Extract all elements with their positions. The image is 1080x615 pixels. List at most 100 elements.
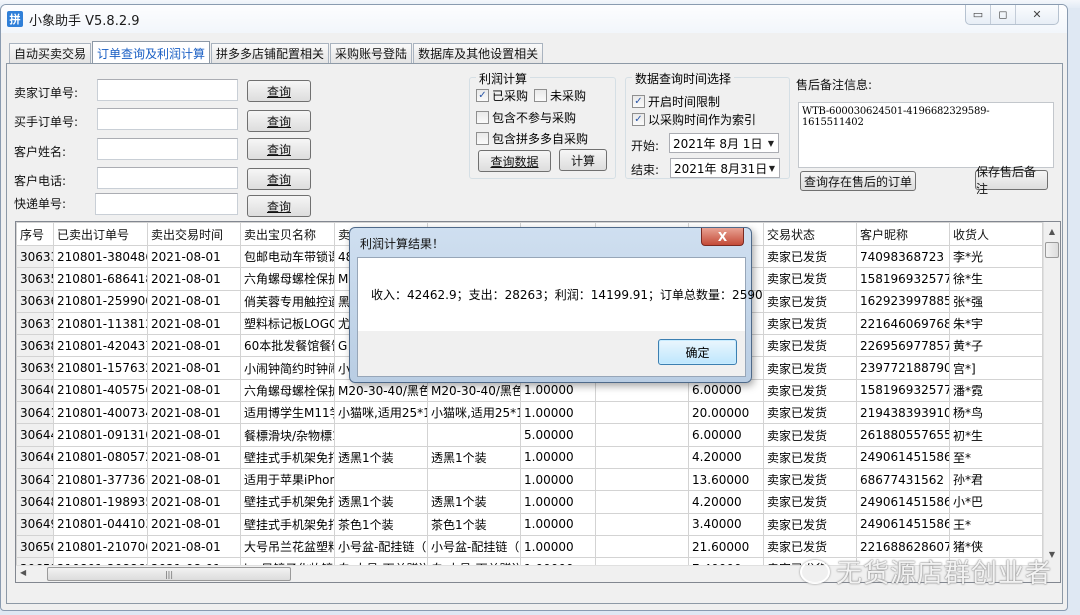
table-cell[interactable]: 六角螺母螺栓保护	[240, 267, 335, 291]
buyer-order-input[interactable]	[97, 108, 238, 130]
table-cell[interactable]: 2021-08-01	[147, 267, 241, 291]
table-cell[interactable]: 卖家已发货	[763, 490, 857, 514]
table-row[interactable]: 30647210801-37736152021-08-01适用于苹果iPhon 1…	[16, 467, 1060, 492]
table-cell[interactable]: 30648	[16, 490, 54, 514]
table-cell[interactable]: 1.00000	[520, 467, 596, 492]
table-cell[interactable]	[595, 467, 689, 492]
table-cell[interactable]: 卖家已发货	[763, 289, 857, 313]
table-cell[interactable]: 俏芙蓉专用触控遥	[240, 289, 335, 313]
table-cell[interactable]: 茶色1个装	[427, 512, 521, 536]
table-cell[interactable]: 小猫咪,适用25*17	[334, 401, 428, 425]
table-cell[interactable]: 六角螺母螺栓保护	[240, 378, 335, 403]
table-cell[interactable]: 210801-2599000	[53, 289, 148, 313]
table-cell[interactable]: 壁挂式手机架免打	[240, 445, 335, 469]
table-cell[interactable]: 60本批发餐馆餐饮	[240, 334, 335, 358]
table-cell[interactable]: 餐標滑块/杂物標1	[240, 423, 335, 447]
table-cell[interactable]	[595, 512, 689, 536]
table-cell[interactable]: 30644	[16, 423, 54, 447]
tab-order-query-profit[interactable]: 订单查询及利润计算	[92, 41, 211, 64]
table-cell[interactable]: 透黑1个装	[334, 490, 428, 514]
table-cell[interactable]: 2021-08-01	[147, 244, 241, 269]
table-cell[interactable]: 透黑1个装	[334, 445, 428, 469]
table-cell[interactable]: 小猫咪,适用25*17	[427, 401, 521, 425]
table-cell[interactable]: 3.40000	[688, 512, 764, 536]
table-cell[interactable]: 30640	[16, 378, 54, 403]
table-cell[interactable]: 壁挂式手机架免打	[240, 512, 335, 536]
table-cell[interactable]: 249061451586	[856, 445, 950, 469]
table-cell[interactable]: 210801-4007343	[53, 401, 148, 425]
table-cell[interactable]: 卖家已发货	[763, 401, 857, 425]
query-aftersale-orders-button[interactable]: 查询存在售后的订单	[800, 171, 916, 191]
table-cell[interactable]: 2021-08-01	[147, 423, 241, 447]
buyer-order-query-button[interactable]: 查询	[247, 110, 311, 132]
table-cell[interactable]: 2021-08-01	[147, 445, 241, 469]
table-cell[interactable]	[334, 467, 428, 492]
table-cell[interactable]: 4.20000	[688, 490, 764, 514]
table-cell[interactable]: 158196932577	[856, 378, 950, 403]
table-cell[interactable]: 小号盆-配挂链（1	[334, 534, 428, 559]
column-header[interactable]: 客户昵称	[856, 222, 950, 246]
table-cell[interactable]: 2021-08-01	[147, 311, 241, 336]
table-row[interactable]: 30644210801-09131002021-08-01餐標滑块/杂物標1 5.…	[16, 423, 1060, 447]
start-date-picker[interactable]: 2021年 8月 1日 ▼	[669, 133, 779, 153]
table-cell[interactable]: 219438393910	[856, 401, 950, 425]
tab-pdd-store-config[interactable]: 拼多多店铺配置相关	[211, 43, 330, 63]
table-cell[interactable]: 20.00000	[688, 401, 764, 425]
table-cell[interactable]: 包邮电动车带锁课	[240, 244, 335, 269]
table-cell[interactable]: 30650	[16, 534, 54, 559]
table-cell[interactable]: 30646	[16, 445, 54, 469]
include-non-purchase-checkbox[interactable]: 包含不参与采购	[476, 109, 576, 126]
table-cell[interactable]: 30639	[16, 356, 54, 380]
tracking-number-input[interactable]	[95, 193, 238, 215]
table-cell[interactable]: 宫*]	[949, 356, 1043, 380]
table-cell[interactable]: 210801-2107009	[53, 534, 148, 559]
table-cell[interactable]: 30649	[16, 512, 54, 536]
table-cell[interactable]: 潘*霓	[949, 378, 1043, 403]
table-cell[interactable]: 2021-08-01	[147, 289, 241, 313]
purchased-checkbox[interactable]: 已采购	[476, 87, 528, 104]
table-cell[interactable]: 158196932577	[856, 267, 950, 291]
table-cell[interactable]: 杨*鸟	[949, 401, 1043, 425]
calculate-button[interactable]: 计算	[559, 149, 607, 171]
table-cell[interactable]: 透黑1个装	[427, 445, 521, 469]
table-cell[interactable]: 2021-08-01	[147, 467, 241, 492]
table-row[interactable]: 30649210801-04410312021-08-01壁挂式手机架免打茶色1…	[16, 512, 1060, 536]
table-cell[interactable]: 适用博学生M11学	[240, 401, 335, 425]
table-cell[interactable]: 王*	[949, 512, 1043, 536]
table-cell[interactable]: 239772188790	[856, 356, 950, 380]
table-cell[interactable]: 2021-08-01	[147, 356, 241, 380]
column-header[interactable]: 序号	[16, 222, 54, 246]
customer-phone-query-button[interactable]: 查询	[247, 168, 311, 190]
vertical-scroll-thumb[interactable]	[1045, 242, 1059, 258]
table-cell[interactable]: 210801-0805726	[53, 445, 148, 469]
table-cell[interactable]: 1.00000	[520, 445, 596, 469]
minimize-button[interactable]: ▭	[966, 5, 991, 24]
table-cell[interactable]: 2021-08-01	[147, 378, 241, 403]
table-cell[interactable]: 221646069768	[856, 311, 950, 336]
table-cell[interactable]: 小号盆-配挂链（1	[427, 534, 521, 559]
table-cell[interactable]: 210801-1989359	[53, 490, 148, 514]
table-cell[interactable]: 30633	[16, 244, 54, 269]
table-cell[interactable]	[334, 423, 428, 447]
table-cell[interactable]: 226956977857	[856, 334, 950, 358]
table-cell[interactable]: 塑料标记板LOGC	[240, 311, 335, 336]
table-cell[interactable]: 卖家已发货	[763, 423, 857, 447]
table-cell[interactable]	[595, 401, 689, 425]
table-cell[interactable]	[427, 423, 521, 447]
tab-purchase-account-login[interactable]: 采购账号登陆	[330, 43, 413, 63]
table-row[interactable]: 30648210801-19893592021-08-01壁挂式手机架免打透黑1…	[16, 490, 1060, 514]
dialog-ok-button[interactable]: 确定	[658, 339, 737, 365]
table-cell[interactable]: 卖家已发货	[763, 244, 857, 269]
aftersale-remark-textarea[interactable]: WTB-600030624501-4196682329589-161551140…	[798, 102, 1054, 168]
table-cell[interactable]: 30635	[16, 267, 54, 291]
scroll-up-icon[interactable]: ▲	[1044, 223, 1060, 239]
table-row[interactable]: 30641210801-40073432021-08-01适用博学生M11学小猫…	[16, 401, 1060, 425]
table-cell[interactable]	[595, 534, 689, 559]
dialog-close-button[interactable]: X	[701, 228, 744, 246]
table-cell[interactable]: 壁挂式手机架免打	[240, 490, 335, 514]
table-cell[interactable]: 210801-6864188	[53, 267, 148, 291]
table-cell[interactable]: 李*光	[949, 244, 1043, 269]
table-cell[interactable]: 30638	[16, 334, 54, 358]
table-cell[interactable]: 黄*子	[949, 334, 1043, 358]
table-cell[interactable]: 21.60000	[688, 534, 764, 559]
